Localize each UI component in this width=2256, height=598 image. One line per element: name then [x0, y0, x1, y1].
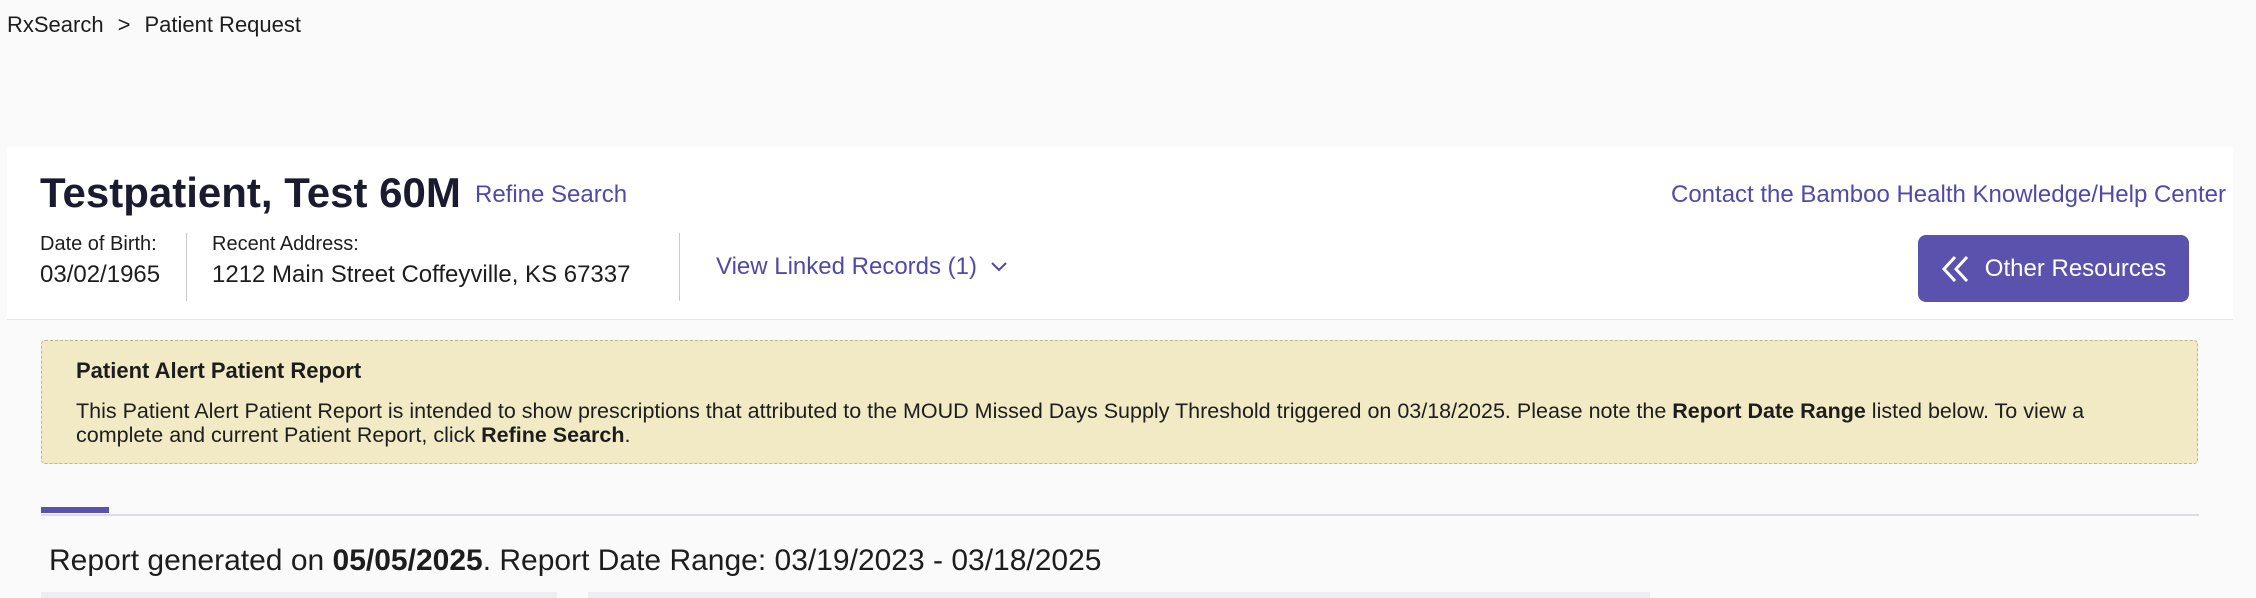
address-label: Recent Address:	[212, 233, 359, 255]
alert-body-emphasis: Refine Search	[481, 423, 625, 447]
address-value: 1212 Main Street Coffeyville, KS 67337	[212, 261, 631, 288]
breadcrumb-separator: >	[117, 12, 131, 37]
alert-body: This Patient Alert Patient Report is int…	[76, 399, 2163, 447]
patient-name: Testpatient, Test 60M	[40, 169, 461, 216]
divider	[186, 233, 187, 301]
view-linked-records-toggle[interactable]: View Linked Records (1)	[716, 253, 1007, 281]
page: RxSearch > Patient Request Testpatient, …	[0, 0, 2256, 598]
dob-label: Date of Birth:	[40, 233, 157, 255]
breadcrumb: RxSearch > Patient Request	[7, 12, 301, 38]
refine-search-link[interactable]: Refine Search	[475, 181, 627, 209]
divider	[679, 233, 680, 301]
tab-rule	[41, 514, 2199, 516]
linked-records-label: View Linked Records (1)	[716, 253, 978, 280]
report-prefix: Report generated on	[49, 544, 333, 577]
other-resources-label: Other Resources	[1984, 254, 2167, 282]
alert-title: Patient Alert Patient Report	[76, 358, 362, 383]
report-summary: Report generated on 05/05/2025. Report D…	[49, 544, 1101, 578]
chevron-down-icon	[991, 262, 1007, 272]
double-chevron-left-icon	[1941, 255, 1968, 282]
alert-body-text: .	[624, 423, 631, 447]
other-resources-button[interactable]: Other Resources	[1918, 235, 2189, 302]
active-tab-indicator[interactable]	[41, 507, 109, 513]
report-generated-date: 05/05/2025	[332, 544, 483, 577]
summary-card-edge	[588, 592, 1650, 598]
alert-body-text: This Patient Alert Patient Report is int…	[76, 399, 1673, 423]
report-date-range: . Report Date Range: 03/19/2023 - 03/18/…	[482, 544, 1102, 577]
dob-value: 03/02/1965	[40, 261, 161, 288]
breadcrumb-current: Patient Request	[144, 12, 301, 37]
patient-alert-banner: Patient Alert Patient Report This Patien…	[41, 340, 2198, 464]
alert-body-emphasis: Report Date Range	[1672, 399, 1866, 423]
patient-header-card: Testpatient, Test 60M Refine Search Cont…	[7, 147, 2233, 320]
breadcrumb-rxsearch-link[interactable]: RxSearch	[7, 12, 104, 38]
summary-card-edge	[41, 592, 557, 598]
help-center-link[interactable]: Contact the Bamboo Health Knowledge/Help…	[1671, 181, 2226, 209]
